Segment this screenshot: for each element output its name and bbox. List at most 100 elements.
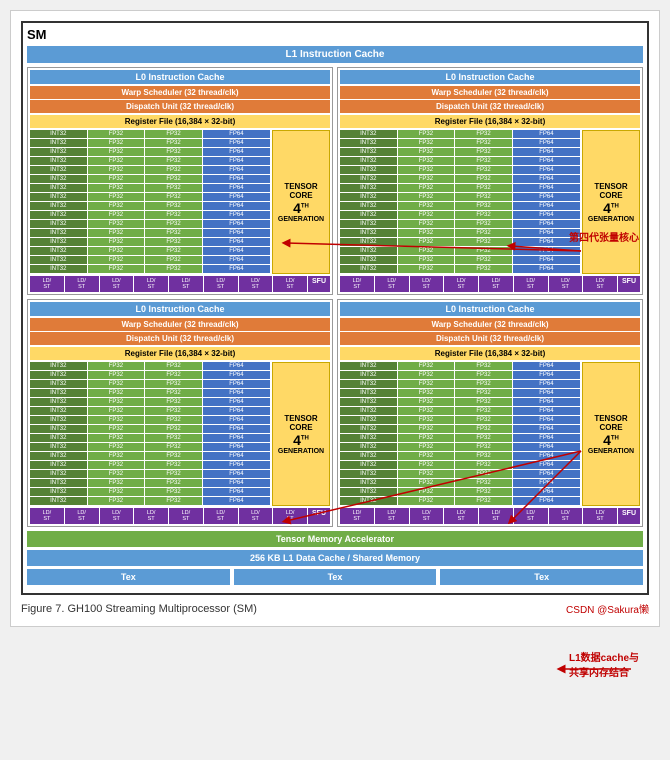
core-fp32: FP32 [145, 362, 202, 370]
core-fp32: FP32 [145, 202, 202, 210]
q2-tensor-gen: 4TH [603, 200, 619, 216]
core-fp64: FP64 [513, 130, 580, 138]
core-fp32: FP32 [455, 256, 512, 264]
q4-register-file: Register File (16,384 × 32-bit) [340, 347, 640, 360]
core-int32: INT32 [30, 130, 87, 138]
q4-tensor-label: TENSOR CORE [586, 414, 636, 432]
core-fp32: FP32 [145, 470, 202, 478]
q4-tensor-core: TENSOR CORE 4TH GENERATION [582, 362, 640, 506]
core-fp32: FP32 [145, 157, 202, 165]
top-quadrants: L0 Instruction Cache Warp Scheduler (32 … [27, 67, 643, 295]
core-fp64: FP64 [203, 157, 270, 165]
core-fp32: FP32 [398, 238, 455, 246]
tensor-memory-accelerator: Tensor Memory Accelerator [27, 531, 643, 547]
core-fp32: FP32 [145, 211, 202, 219]
core-fp32: FP32 [145, 416, 202, 424]
core-int32: INT32 [340, 479, 397, 487]
core-fp32: FP32 [398, 425, 455, 433]
core-fp32: FP32 [88, 265, 145, 273]
csdn-attribution: CSDN @Sakura懒 [566, 601, 649, 616]
q3-warp-scheduler: Warp Scheduler (32 thread/clk) [30, 318, 330, 331]
core-fp32: FP32 [88, 220, 145, 228]
core-int32: INT32 [340, 416, 397, 424]
core-fp32: FP32 [145, 193, 202, 201]
core-fp32: FP32 [455, 157, 512, 165]
core-int32: INT32 [340, 452, 397, 460]
q4-cores-grid: INT32FP32FP32FP64 INT32FP32FP32FP64 INT3… [340, 362, 580, 506]
q3-register-file: Register File (16,384 × 32-bit) [30, 347, 330, 360]
q3-tensor-gen-label: GENERATION [278, 448, 324, 455]
ld-st-3: LD/ST [100, 276, 134, 292]
core-int32: INT32 [340, 265, 397, 273]
q4-dispatch-unit: Dispatch Unit (32 thread/clk) [340, 332, 640, 345]
core-fp64: FP64 [203, 389, 270, 397]
ld-st-3: LD/ST [410, 508, 444, 524]
core-int32: INT32 [340, 470, 397, 478]
core-fp32: FP32 [455, 166, 512, 174]
ld-st-2: LD/ST [65, 508, 99, 524]
core-fp32: FP32 [398, 130, 455, 138]
core-fp32: FP32 [398, 256, 455, 264]
core-fp32: FP32 [455, 470, 512, 478]
core-fp64: FP64 [513, 434, 580, 442]
q1-dispatch-unit: Dispatch Unit (32 thread/clk) [30, 100, 330, 113]
ld-st-6: LD/ST [204, 508, 238, 524]
core-fp32: FP32 [88, 452, 145, 460]
core-fp32: FP32 [145, 184, 202, 192]
core-fp32: FP32 [398, 193, 455, 201]
core-fp64: FP64 [513, 139, 580, 147]
core-int32: INT32 [340, 398, 397, 406]
core-int32: INT32 [30, 362, 87, 370]
core-fp32: FP32 [455, 416, 512, 424]
core-fp32: FP32 [88, 139, 145, 147]
core-fp32: FP32 [398, 479, 455, 487]
core-fp32: FP32 [88, 497, 145, 505]
q3-cores-grid: INT32FP32FP32FP64 INT32FP32FP32FP64 INT3… [30, 362, 270, 506]
core-int32: INT32 [30, 247, 87, 255]
core-fp32: FP32 [398, 139, 455, 147]
ld-st-1: LD/ST [340, 276, 374, 292]
core-fp64: FP64 [203, 452, 270, 460]
core-fp32: FP32 [88, 389, 145, 397]
q4-l0-cache: L0 Instruction Cache [340, 302, 640, 316]
core-fp32: FP32 [398, 407, 455, 415]
l1-instruction-cache: L1 Instruction Cache [27, 46, 643, 63]
ld-st-2: LD/ST [375, 276, 409, 292]
core-fp32: FP32 [88, 470, 145, 478]
q3-tensor-label: TENSOR CORE [276, 414, 326, 432]
figure-caption-text: Figure 7. GH100 Streaming Multiprocessor… [21, 603, 257, 615]
core-int32: INT32 [30, 193, 87, 201]
core-fp32: FP32 [455, 461, 512, 469]
core-fp32: FP32 [455, 139, 512, 147]
core-fp32: FP32 [455, 211, 512, 219]
core-int32: INT32 [30, 416, 87, 424]
core-fp64: FP64 [203, 148, 270, 156]
core-fp32: FP32 [398, 229, 455, 237]
core-int32: INT32 [30, 407, 87, 415]
core-fp32: FP32 [145, 461, 202, 469]
ld-st-8: LD/ST [273, 508, 307, 524]
core-fp32: FP32 [455, 443, 512, 451]
q2-l0-cache: L0 Instruction Cache [340, 70, 640, 84]
core-fp32: FP32 [88, 434, 145, 442]
q1-tensor-core: TENSOR CORE 4TH GENERATION [272, 130, 330, 274]
core-fp64: FP64 [513, 380, 580, 388]
core-fp64: FP64 [203, 434, 270, 442]
core-fp64: FP64 [513, 479, 580, 487]
core-fp64: FP64 [203, 139, 270, 147]
q2-cores-area: INT32FP32FP32FP64 INT32FP32FP32FP64 INT3… [340, 130, 640, 274]
core-fp32: FP32 [455, 184, 512, 192]
core-fp32: FP32 [145, 398, 202, 406]
core-fp64: FP64 [513, 175, 580, 183]
core-fp64: FP64 [513, 362, 580, 370]
core-int32: INT32 [30, 398, 87, 406]
core-fp64: FP64 [203, 166, 270, 174]
q1-register-file: Register File (16,384 × 32-bit) [30, 115, 330, 128]
core-fp32: FP32 [88, 229, 145, 237]
core-fp32: FP32 [455, 497, 512, 505]
q2-warp-scheduler: Warp Scheduler (32 thread/clk) [340, 86, 640, 99]
core-fp32: FP32 [398, 247, 455, 255]
core-fp64: FP64 [513, 265, 580, 273]
core-int32: INT32 [340, 389, 397, 397]
core-fp32: FP32 [455, 380, 512, 388]
